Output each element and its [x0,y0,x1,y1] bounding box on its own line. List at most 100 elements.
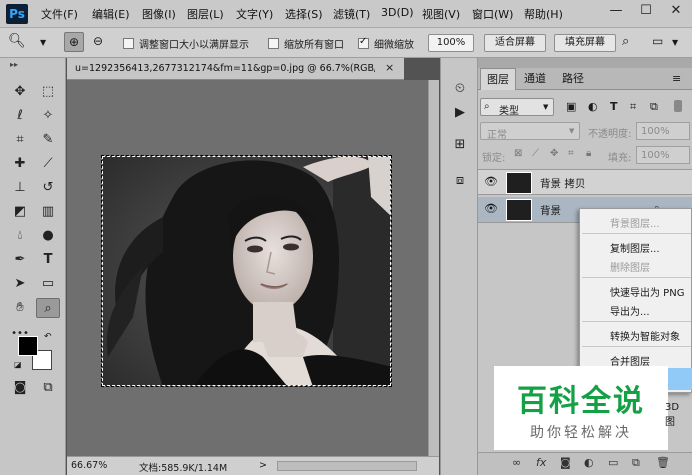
search-icon[interactable]: ⌕ [622,34,629,49]
vertical-scrollbar[interactable] [428,80,439,456]
screen-mode-icon[interactable]: ⧉ [36,378,60,398]
fit-screen-button[interactable]: 适合屏幕 [484,34,546,52]
menu-file[interactable]: 文件(F) [41,6,78,22]
menu-item-3d-partial-visible[interactable]: 3D 图 [665,402,692,428]
fill-screen-button[interactable]: 填充屏幕 [554,34,616,52]
lock-all-icon[interactable]: 🔒︎ [586,148,591,159]
workspace-icon[interactable]: ▭ [652,34,663,48]
tab-layers[interactable]: 图层 [480,68,516,90]
visibility-eye-icon[interactable]: 👁︎ [484,175,498,188]
tool-preset-chevron-icon[interactable]: ▼ [40,38,46,47]
delete-layer-icon[interactable]: 🗑︎ [656,456,670,469]
quick-mask-icon[interactable]: ◙ [8,378,32,398]
document-close-button[interactable]: × [385,61,394,74]
adjustments-panel-icon[interactable]: ⧈ [451,172,469,190]
marquee-tool-icon[interactable]: ⬚ [36,82,60,102]
menu-item-export-as[interactable]: 导出为... [610,303,650,318]
new-group-icon[interactable]: ▭ [608,456,618,469]
resize-windows-checkbox[interactable] [123,38,134,49]
menu-image[interactable]: 图像(I) [142,6,176,22]
menu-item-background-layer[interactable]: 背景图层... [610,215,660,230]
menu-help[interactable]: 帮助(H) [524,6,563,22]
zoom-tool-selected-icon[interactable]: ⌕ [36,298,60,318]
add-mask-icon[interactable]: ◙ [560,456,571,469]
zoom-value-field[interactable]: 100% [428,34,474,52]
text-tool-icon[interactable]: T [36,250,60,270]
document-image[interactable] [101,155,392,387]
menu-item-quick-export-png[interactable]: 快速导出为 PNG [610,284,684,299]
filter-shape-icon[interactable]: ⌗ [630,100,636,114]
filter-text-icon[interactable]: T [610,100,618,113]
menu-item-duplicate-layer[interactable]: 复制图层... [610,240,660,255]
panel-menu-icon[interactable]: ≡ [672,72,681,85]
lock-transparent-icon[interactable]: ⊠ [514,148,522,159]
menu-item-convert-smart-object[interactable]: 转换为智能对象 [610,328,680,343]
filter-toggle[interactable] [674,100,682,112]
menu-layer[interactable]: 图层(L) [187,6,224,22]
zoom-tool-icon[interactable]: 🔍︎ [8,33,26,49]
hand-tool-icon[interactable]: ✋︎ [8,298,32,318]
filter-adjustment-icon[interactable]: ◐ [588,100,598,113]
menu-3d[interactable]: 3D(D) [381,6,414,19]
crop-tool-icon[interactable]: ⌗ [8,130,32,150]
actions-play-icon[interactable]: ▶ [451,104,469,122]
tab-paths[interactable]: 路径 [556,68,590,90]
menu-edit[interactable]: 编辑(E) [92,6,130,22]
eyedropper-tool-icon[interactable]: ✎ [36,130,60,150]
zoom-in-icon[interactable]: ⊕ [64,32,84,52]
menu-filter[interactable]: 滤镜(T) [333,6,370,22]
workspace-chevron-icon[interactable]: ▼ [672,38,678,47]
stamp-tool-icon[interactable]: ⊥ [8,178,32,198]
healing-brush-tool-icon[interactable]: ✚ [8,154,32,174]
menu-select[interactable]: 选择(S) [285,6,323,22]
menu-window[interactable]: 窗口(W) [472,6,513,22]
minimize-button[interactable]: — [602,0,630,22]
scrubby-zoom-checkbox[interactable] [358,36,369,49]
zoom-all-checkbox[interactable] [268,38,279,49]
layer-filter-select[interactable]: ⌕ 类型 ▼ [480,98,554,117]
filter-pixel-icon[interactable]: ▣ [566,100,576,113]
menu-separator [582,321,691,322]
lock-position-icon[interactable]: ✥ [550,148,558,159]
dodge-tool-icon[interactable]: ● [36,226,60,246]
move-tool-icon[interactable]: ✥ [8,82,32,102]
fill-field[interactable]: 100% [636,146,690,164]
blur-tool-icon[interactable]: 💧︎ [8,226,32,246]
status-menu-arrow[interactable]: > [259,460,267,471]
close-window-button[interactable]: ✕ [662,0,690,22]
horizontal-scrollbar[interactable] [277,461,417,471]
link-layers-icon[interactable]: ∞ [512,456,521,469]
zoom-out-icon[interactable]: ⊖ [88,32,108,52]
history-panel-icon[interactable]: ⏲ [451,80,469,98]
blend-mode-select[interactable]: 正常 ▼ [480,122,580,141]
visibility-eye-icon[interactable]: 👁︎ [484,202,498,215]
layer-row[interactable]: 👁︎ 背景 拷贝 [478,169,692,195]
filter-smart-icon[interactable]: ⧉ [650,100,658,114]
magic-wand-tool-icon[interactable]: ✧ [36,106,60,126]
menu-type[interactable]: 文字(Y) [236,6,273,22]
document-tab[interactable]: u=1292356413,2677312174&fm=11&gp=0.jpg @… [67,58,404,80]
lock-artboard-icon[interactable]: ⌗ [568,148,574,159]
pen-tool-icon[interactable]: ✒ [8,250,32,270]
layer-style-fx-icon[interactable]: fx [536,456,546,469]
toolbox-collapse-icon[interactable]: ▸▸ [10,60,18,69]
menu-view[interactable]: 视图(V) [422,6,460,22]
swap-colors-icon[interactable]: ↶ [44,332,52,342]
gradient-tool-icon[interactable]: ▥ [36,202,60,222]
zoom-level-readout[interactable]: 66.67% [71,460,107,471]
maximize-button[interactable]: ☐ [632,0,660,22]
menu-item-delete-layer[interactable]: 删除图层 [610,259,650,274]
opacity-field[interactable]: 100% [636,122,690,140]
lasso-tool-icon[interactable]: ℓ [8,106,32,126]
properties-panel-icon[interactable]: ⊞ [451,136,469,154]
tab-channels[interactable]: 通道 [518,68,552,90]
new-layer-icon[interactable]: ⧉ [632,456,640,470]
lock-pixels-icon[interactable]: ⟋ [532,148,539,159]
default-colors-icon[interactable]: ◪ [14,360,22,369]
eraser-tool-icon[interactable]: ◩ [8,202,32,222]
rectangle-tool-icon[interactable]: ▭ [36,274,60,294]
adjustment-layer-icon[interactable]: ◐ [584,456,594,469]
brush-tool-icon[interactable]: ⟋ [36,154,60,174]
path-selection-tool-icon[interactable]: ➤ [8,274,32,294]
history-brush-tool-icon[interactable]: ↺ [36,178,60,198]
